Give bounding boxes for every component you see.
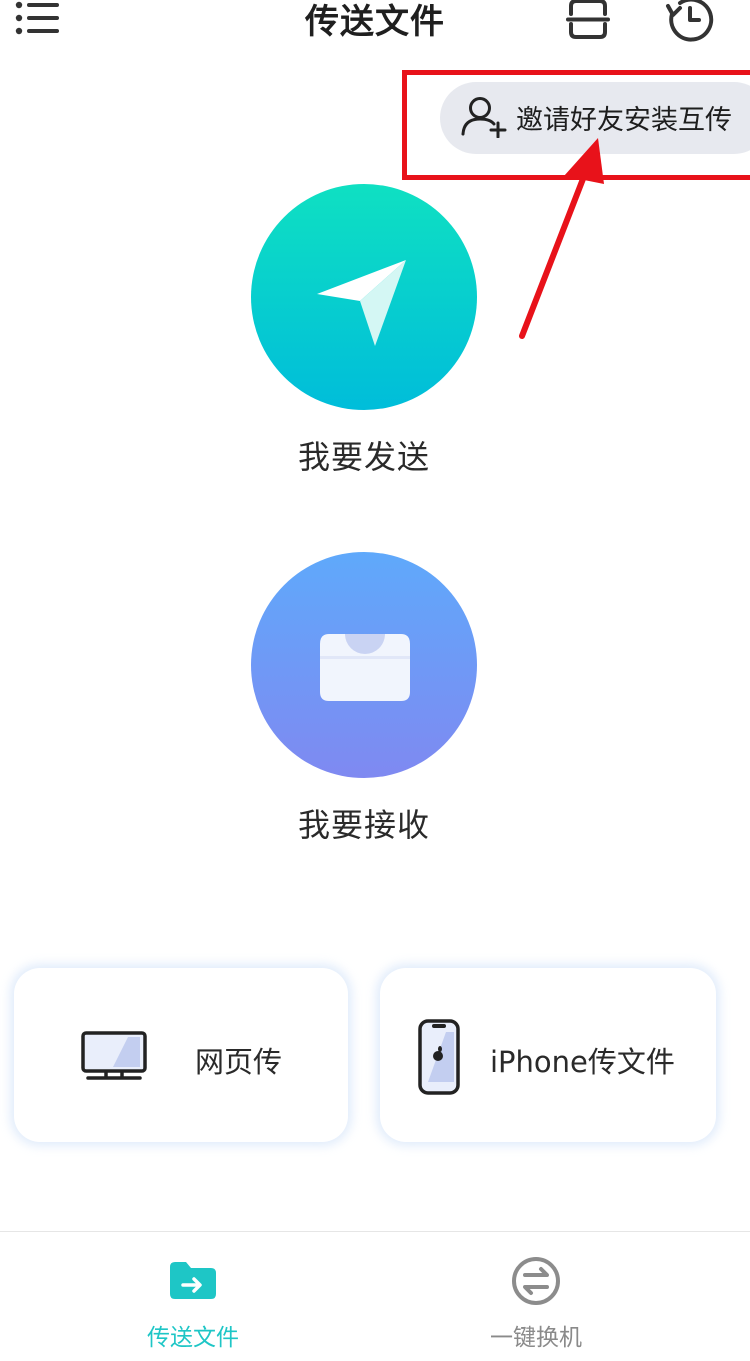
top-bar: 传送文件 <box>0 0 750 50</box>
web-transfer-card[interactable]: 网页传 <box>14 968 348 1142</box>
scan-icon <box>566 0 610 39</box>
tab-transfer-files-label: 传送文件 <box>147 1325 239 1351</box>
history-icon <box>666 0 714 42</box>
send-label: 我要发送 <box>297 438 430 476</box>
receive-button[interactable] <box>251 552 477 778</box>
tab-phone-switch[interactable]: 一键换机 <box>436 1248 636 1358</box>
history-button[interactable] <box>664 0 716 42</box>
swap-icon <box>512 1257 560 1305</box>
iphone-transfer-label: iPhone传文件 <box>490 1045 675 1079</box>
send-button[interactable] <box>251 184 477 410</box>
receive-label: 我要接收 <box>297 806 430 844</box>
tab-phone-switch-label: 一键换机 <box>490 1325 582 1351</box>
paper-plane-icon <box>317 260 406 346</box>
web-transfer-label: 网页传 <box>195 1045 283 1079</box>
folder-arrow-icon <box>170 1262 216 1299</box>
iphone-transfer-card[interactable]: iPhone传文件 <box>380 968 716 1142</box>
scan-button[interactable] <box>564 0 612 40</box>
iphone-icon <box>418 1019 460 1095</box>
annotation-arrow <box>519 138 604 339</box>
page-title: 传送文件 <box>305 2 445 42</box>
bottom-nav-divider <box>0 1231 750 1232</box>
monitor-icon <box>81 1031 147 1080</box>
tab-transfer-files[interactable]: 传送文件 <box>93 1248 293 1358</box>
inbox-tray-icon <box>320 634 410 701</box>
